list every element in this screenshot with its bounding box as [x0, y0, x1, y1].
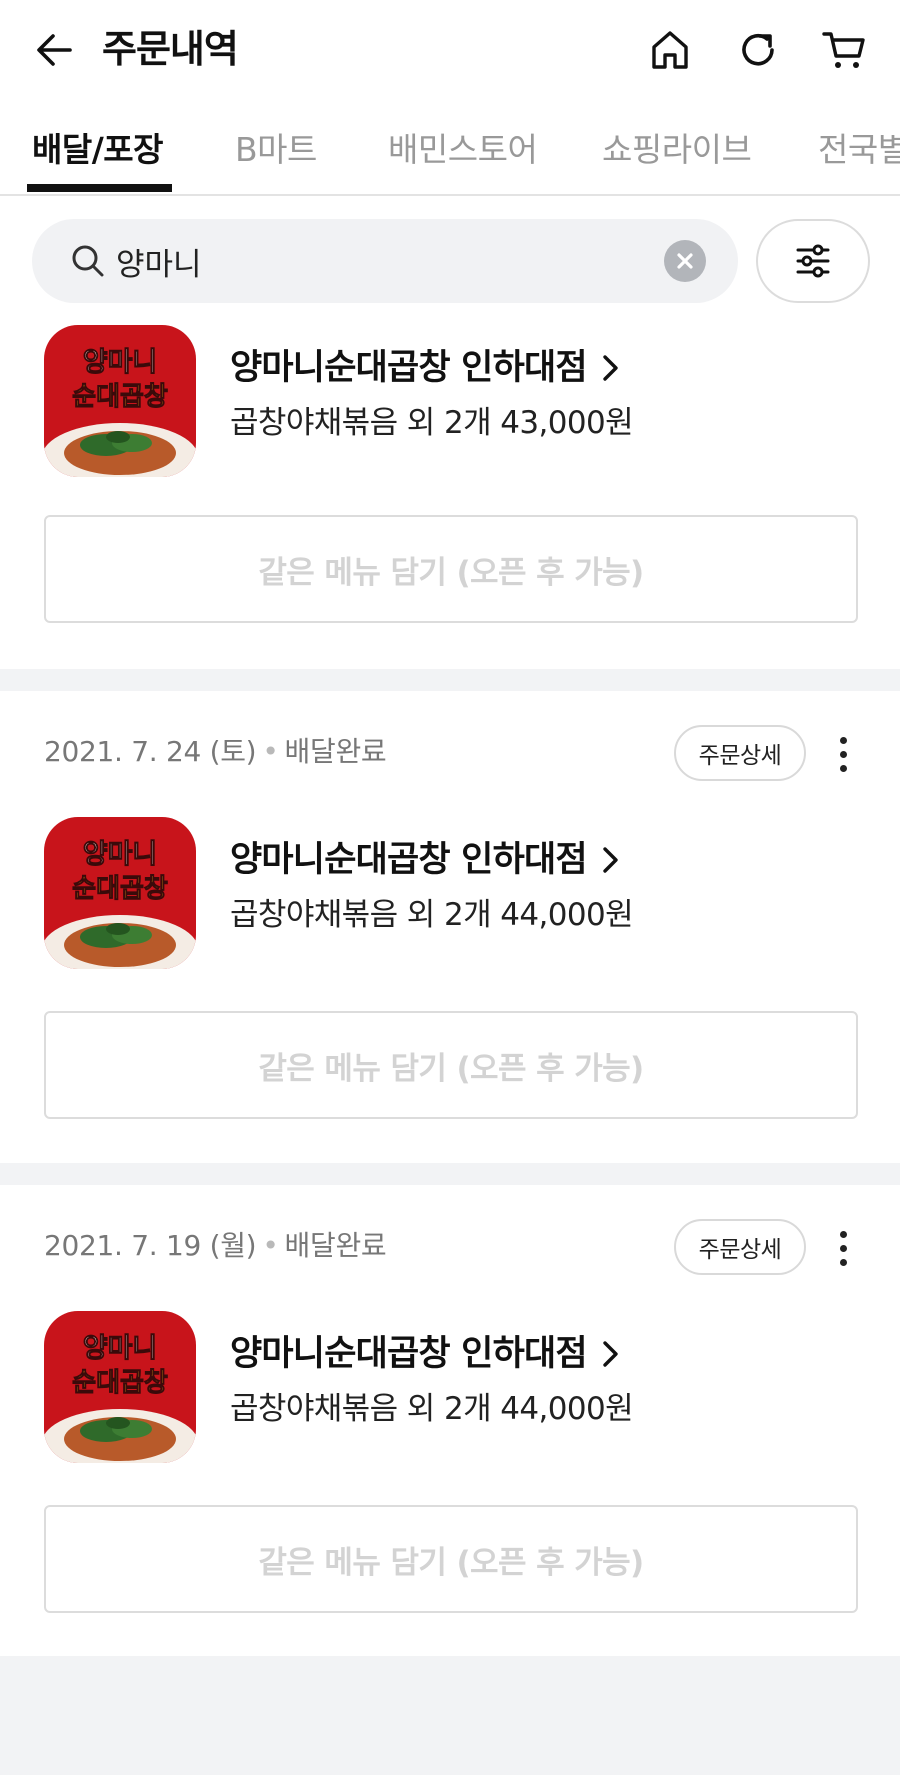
reorder-button[interactable]: 같은 메뉴 담기 (오픈 후 가능)	[44, 1505, 858, 1613]
order-detail-button[interactable]: 주문상세	[674, 725, 806, 781]
home-button[interactable]	[642, 22, 698, 78]
order-meta: 2021. 7. 24 (토) • 배달완료	[44, 735, 387, 768]
tab-delivery-pickup[interactable]: 배달/포장	[32, 130, 164, 170]
store-logo-image: 양마니 순대곱창	[44, 817, 196, 969]
store-logo-image: 양마니 순대곱창	[44, 1311, 196, 1463]
list-end-background	[0, 1656, 900, 1775]
order-card: 2021. 7. 19 (월) • 배달완료 주문상세 양마니 순대곱창 양마니순대…	[0, 1185, 900, 1656]
store-link[interactable]: 양마니순대곱창 인하대점	[230, 1331, 621, 1377]
filter-sliders-icon	[796, 244, 830, 278]
store-logo-image: 양마니 순대곱창	[44, 325, 196, 477]
store-name: 양마니순대곱창 인하대점	[230, 840, 588, 880]
svg-text:순대곱창: 순대곱창	[72, 1368, 168, 1398]
store-thumbnail[interactable]: 양마니 순대곱창	[44, 817, 196, 969]
top-app-bar: 주문내역	[0, 0, 900, 98]
store-name: 양마니순대곱창 인하대점	[230, 348, 588, 388]
order-summary: 곱창야채볶음 외 2개 43,000원	[230, 405, 634, 441]
section-divider	[0, 1163, 900, 1185]
order-date: 2021. 7. 19 (월)	[44, 1229, 257, 1262]
more-vertical-icon	[839, 1230, 847, 1238]
clear-search-button[interactable]	[664, 240, 706, 282]
filter-button[interactable]	[756, 219, 870, 303]
cart-icon	[822, 32, 865, 68]
chevron-right-icon	[603, 355, 618, 381]
refresh-button[interactable]	[730, 22, 786, 78]
close-icon	[677, 253, 693, 269]
store-link[interactable]: 양마니순대곱창 인하대점	[230, 345, 621, 391]
order-summary: 곱창야채볶음 외 2개 44,000원	[230, 1391, 634, 1427]
svg-text:양마니: 양마니	[83, 839, 158, 870]
category-tabs: 배달/포장 B마트 배민스토어 쇼핑라이브 전국별미	[0, 98, 900, 196]
order-status: 배달완료	[284, 1229, 387, 1262]
active-tab-indicator	[27, 184, 172, 192]
refresh-icon	[742, 33, 774, 66]
store-name: 양마니순대곱창 인하대점	[230, 1334, 588, 1374]
chevron-right-icon	[603, 1341, 618, 1367]
order-summary: 곱창야채볶음 외 2개 44,000원	[230, 897, 634, 933]
more-vertical-icon	[839, 736, 847, 744]
svg-text:순대곱창: 순대곱창	[72, 382, 168, 412]
more-options-button[interactable]	[826, 729, 860, 779]
page-title: 주문내역	[102, 27, 239, 71]
section-divider	[0, 669, 900, 691]
home-icon	[652, 31, 688, 69]
svg-text:양마니: 양마니	[83, 347, 158, 378]
search-icon	[72, 245, 104, 277]
reorder-button[interactable]: 같은 메뉴 담기 (오픈 후 가능)	[44, 1011, 858, 1119]
store-thumbnail[interactable]: 양마니 순대곱창	[44, 325, 196, 477]
tab-nationwide[interactable]: 전국별미	[818, 130, 900, 170]
tab-bmart[interactable]: B마트	[235, 130, 317, 170]
more-options-button[interactable]	[826, 1223, 860, 1273]
order-status: 배달완료	[284, 735, 387, 768]
chevron-right-icon	[603, 847, 618, 873]
order-card: 양마니 순대곱창 양마니순대곱창 인하대점 곱창야채볶음 외 2개 43,000…	[0, 303, 900, 669]
store-thumbnail[interactable]: 양마니 순대곱창	[44, 1311, 196, 1463]
svg-text:순대곱창: 순대곱창	[72, 874, 168, 904]
back-arrow-icon	[37, 34, 72, 66]
tab-baemin-store[interactable]: 배민스토어	[388, 130, 538, 170]
order-meta: 2021. 7. 19 (월) • 배달완료	[44, 1229, 387, 1262]
cart-button[interactable]	[816, 22, 872, 78]
order-date: 2021. 7. 24 (토)	[44, 735, 257, 768]
reorder-button[interactable]: 같은 메뉴 담기 (오픈 후 가능)	[44, 515, 858, 623]
svg-text:양마니: 양마니	[83, 1333, 158, 1364]
order-card: 2021. 7. 24 (토) • 배달완료 주문상세 양마니 순대곱창 양마니순대…	[0, 691, 900, 1163]
search-bar	[32, 219, 738, 303]
tab-shopping-live[interactable]: 쇼핑라이브	[602, 130, 752, 170]
store-link[interactable]: 양마니순대곱창 인하대점	[230, 837, 621, 883]
order-list[interactable]: 양마니 순대곱창 양마니순대곱창 인하대점 곱창야채볶음 외 2개 43,000…	[0, 303, 900, 1775]
order-detail-button[interactable]: 주문상세	[674, 1219, 806, 1275]
back-button[interactable]	[28, 24, 80, 76]
search-input[interactable]	[116, 235, 676, 287]
